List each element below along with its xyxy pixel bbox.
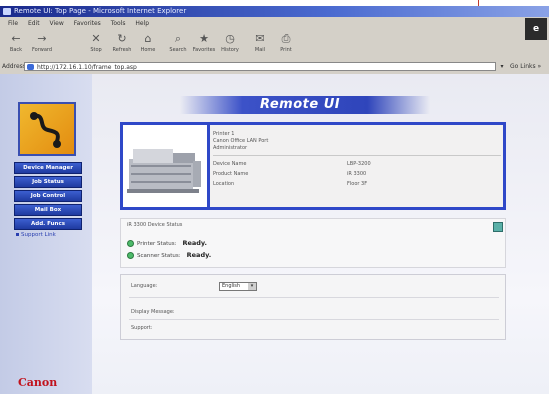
address-value: http://172.16.1.10/frame_top.asp xyxy=(37,64,137,71)
message-card: Language: English ▾ Display Message: Sup… xyxy=(120,274,506,340)
printer-image xyxy=(123,125,210,207)
menu-tools[interactable]: Tools xyxy=(111,18,126,29)
search-button[interactable]: ⌕ Search xyxy=(166,32,190,58)
nav-job-status[interactable]: Job Status xyxy=(14,176,82,188)
status-refresh-icon[interactable] xyxy=(493,222,503,232)
support-link[interactable]: Support Link xyxy=(16,232,56,238)
info-row: Product Name iR 3300 xyxy=(213,171,367,177)
page-content: Device Manager Job Status Job Control Ma… xyxy=(0,74,549,394)
device-name: Printer 1 xyxy=(213,131,235,137)
device-admin: Administrator xyxy=(213,145,248,151)
toolbar: ← Back → Forward ✕ Stop ↻ Refresh ⌂ Home ⌕ Sea… xyxy=(0,30,515,60)
history-button[interactable]: ◷ History xyxy=(218,32,242,58)
back-arrow-icon: ← xyxy=(11,32,21,45)
window-title: Remote UI: Top Page - Microsoft Internet… xyxy=(14,7,187,15)
divider xyxy=(213,155,501,156)
nav-job-control[interactable]: Job Control xyxy=(14,190,82,202)
page-icon xyxy=(27,64,34,70)
divider xyxy=(129,297,499,298)
printer-status: Printer Status: Ready. xyxy=(127,239,207,248)
status-title: iR 3300 Device Status xyxy=(127,222,183,228)
language-label: Language: xyxy=(131,283,158,289)
home-button[interactable]: ⌂ Home xyxy=(136,32,160,58)
address-label: Address xyxy=(2,63,26,70)
browser-logo-icon: e xyxy=(525,18,547,40)
language-select[interactable]: English ▾ xyxy=(219,282,257,291)
menu-edit[interactable]: Edit xyxy=(28,18,40,29)
device-summary: Printer 1 Canon Office LAN Port Administ… xyxy=(213,131,268,152)
banner-title: Remote UI xyxy=(260,97,341,112)
title-bar: Remote UI: Top Page - Microsoft Internet… xyxy=(0,6,549,17)
search-icon: ⌕ xyxy=(174,32,182,45)
support-label: Support: xyxy=(131,325,153,331)
chevron-down-icon: ▾ xyxy=(248,283,256,290)
browser-window: Remote UI: Top Page - Microsoft Internet… xyxy=(0,6,549,394)
canon-logo: Canon xyxy=(18,376,58,389)
menu-favorites[interactable]: Favorites xyxy=(74,18,101,29)
mail-icon: ✉ xyxy=(255,32,265,45)
home-icon: ⌂ xyxy=(144,32,152,45)
back-button[interactable]: ← Back xyxy=(4,32,28,58)
menu-help[interactable]: Help xyxy=(135,18,149,29)
address-bar: Address http://172.16.1.10/frame_top.asp… xyxy=(0,61,549,73)
status-ok-icon xyxy=(127,252,134,259)
mail-button[interactable]: ✉ Mail xyxy=(248,32,272,58)
remote-ui-banner: Remote UI xyxy=(180,96,430,114)
print-button[interactable]: ⎙ Print xyxy=(274,32,298,58)
refresh-button[interactable]: ↻ Refresh xyxy=(110,32,134,58)
menu-bar: File Edit View Favorites Tools Help xyxy=(0,18,515,29)
info-row: Location Floor 3F xyxy=(213,181,368,187)
stop-icon: ✕ xyxy=(91,32,101,45)
remote-ui-logo xyxy=(18,102,76,156)
menu-file[interactable]: File xyxy=(8,18,18,29)
print-icon: ⎙ xyxy=(281,32,291,45)
nav-add-funcs[interactable]: Add. Funcs xyxy=(14,218,82,230)
address-dropdown-icon[interactable]: ▾ xyxy=(498,62,506,71)
status-ok-icon xyxy=(127,240,134,247)
forward-arrow-icon: → xyxy=(37,32,47,45)
refresh-icon: ↻ xyxy=(117,32,127,45)
favorites-icon: ★ xyxy=(199,32,209,45)
device-info-card: Printer 1 Canon Office LAN Port Administ… xyxy=(120,122,506,210)
scanner-status: Scanner Status: Ready. xyxy=(127,251,211,260)
divider xyxy=(129,319,499,320)
address-input[interactable]: http://172.16.1.10/frame_top.asp xyxy=(24,62,496,71)
nav-mail-box[interactable]: Mail Box xyxy=(14,204,82,216)
display-message-label: Display Message: xyxy=(131,309,175,315)
history-icon: ◷ xyxy=(225,32,235,45)
favorites-button[interactable]: ★ Favorites xyxy=(192,32,216,58)
device-location: Canon Office LAN Port xyxy=(213,138,269,144)
forward-button[interactable]: → Forward xyxy=(30,32,54,58)
window-icon xyxy=(3,8,11,15)
sidebar: Device Manager Job Status Job Control Ma… xyxy=(0,74,92,394)
info-row: Device Name LBP-3200 xyxy=(213,161,371,167)
stop-button[interactable]: ✕ Stop xyxy=(84,32,108,58)
nav-device-manager[interactable]: Device Manager xyxy=(14,162,82,174)
go-links-button[interactable]: Go Links » xyxy=(510,62,541,72)
status-card: iR 3300 Device Status Printer Status: Rea… xyxy=(120,218,506,268)
bullet-icon xyxy=(16,233,19,236)
menu-view[interactable]: View xyxy=(50,18,64,29)
